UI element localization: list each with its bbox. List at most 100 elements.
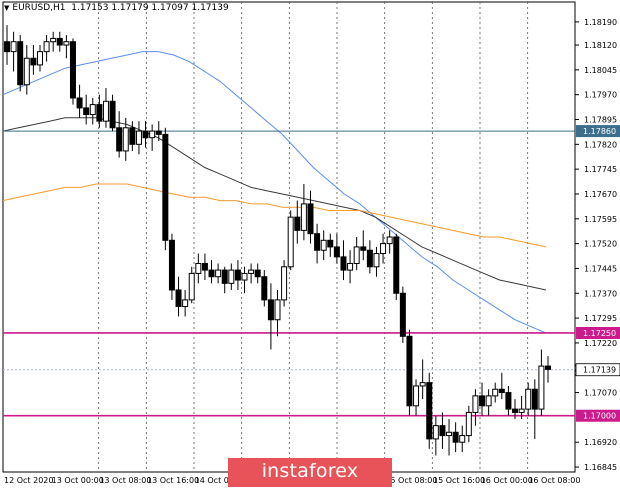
candle-body	[17, 41, 24, 86]
candle-body	[76, 97, 83, 109]
candle-body	[373, 253, 380, 268]
candle-body	[386, 236, 393, 245]
candle-body	[254, 269, 261, 278]
candle-body	[142, 130, 149, 139]
candle-body	[195, 262, 202, 274]
candle-body	[479, 395, 486, 407]
candle-body	[188, 272, 195, 301]
candle-body	[234, 269, 241, 281]
candle-body	[162, 133, 169, 241]
candle-body	[63, 41, 70, 46]
candle-body	[393, 236, 400, 294]
candle-body	[50, 37, 57, 43]
candle-body	[30, 57, 37, 66]
candle-body	[353, 246, 360, 264]
candle-body	[426, 382, 433, 440]
y-axis-label: 1.18045	[584, 66, 617, 75]
y-axis-label: 1.17895	[584, 116, 617, 125]
candle-body	[287, 216, 294, 268]
candle-body	[281, 266, 288, 301]
x-axis-label: 16 Oct 08:00	[528, 476, 580, 485]
candle-body	[96, 104, 103, 122]
candle-body	[149, 130, 156, 139]
candle-body	[531, 388, 538, 410]
current-price-label: 1.17139	[583, 366, 616, 375]
level-label: 1.17860	[583, 127, 616, 136]
candle-body	[248, 269, 255, 274]
candle-body	[492, 388, 499, 397]
candle-body	[168, 239, 175, 291]
candle-body	[215, 269, 222, 278]
candle-body	[300, 203, 307, 231]
x-axis-label: 12 Oct 2020	[4, 476, 53, 485]
candle-body	[89, 104, 96, 116]
candle-body	[465, 411, 472, 437]
candle-body	[333, 246, 340, 258]
candle-body	[10, 41, 17, 53]
candle-body	[267, 299, 274, 321]
dropdown-triangle-icon: ▼	[4, 4, 10, 12]
candle-body	[129, 127, 136, 145]
price-chart[interactable]: 12 Oct 2020 13 Oct 00:00 13 Oct 08:00 13 Oc…	[0, 0, 620, 487]
candle-body	[399, 292, 406, 337]
x-axis-label: 16 Oct 00:00	[481, 476, 533, 485]
candle-body	[69, 41, 76, 99]
candle-body	[538, 365, 545, 410]
candle-body	[327, 239, 334, 248]
candle-body	[446, 431, 453, 437]
candle-body	[314, 233, 321, 251]
symbol-timeframe: EURUSD,H1	[12, 3, 66, 13]
candle-body	[518, 408, 525, 413]
x-axis-label: 13 Oct 08:00	[99, 476, 151, 485]
candle-body	[413, 385, 420, 407]
candle-body	[83, 107, 90, 116]
x-axis-label: 15 Oct 16:00	[433, 476, 485, 485]
candle-body	[155, 130, 162, 135]
level-label: 1.17250	[583, 329, 616, 338]
candle-body	[320, 239, 327, 251]
candle-body	[23, 57, 30, 86]
y-axis-label: 1.16920	[584, 438, 617, 447]
candle-body	[116, 127, 123, 152]
candle-body	[109, 100, 116, 129]
candle-body	[347, 262, 354, 271]
candle-body	[43, 41, 50, 53]
candle-body	[452, 431, 459, 443]
candle-body	[36, 51, 43, 66]
candle-body	[406, 335, 413, 407]
y-axis-label: 1.17070	[584, 389, 617, 398]
candle-body	[459, 435, 466, 443]
y-axis-label: 1.16845	[584, 463, 617, 472]
y-axis-label: 1.17370	[584, 289, 617, 298]
candle-body	[525, 388, 532, 410]
candle-body	[472, 395, 479, 413]
candle-body	[56, 37, 63, 46]
y-axis-label: 1.17295	[584, 314, 617, 323]
candle-body	[228, 269, 235, 284]
candle-body	[102, 100, 109, 122]
chart-canvas[interactable]: 12 Oct 202013 Oct 00:0013 Oct 08:0013 Oc…	[0, 0, 620, 487]
candle-body	[512, 408, 519, 413]
candle-body	[201, 262, 208, 271]
candle-body	[135, 130, 142, 145]
candle-body	[221, 269, 228, 284]
ohlc-values: 1.17153 1.17179 1.17097 1.17139	[71, 3, 229, 13]
candle-body	[545, 365, 551, 370]
candle-body	[340, 256, 347, 271]
candle-body	[294, 216, 301, 231]
x-axis-label: 13 Oct 00:00	[52, 476, 104, 485]
candle-body	[366, 249, 373, 268]
candle-body	[505, 392, 512, 410]
y-axis-label: 1.17670	[584, 190, 617, 199]
y-axis-label: 1.17745	[584, 165, 617, 174]
candle-body	[274, 299, 281, 321]
y-axis-label: 1.17820	[584, 140, 617, 149]
candle-body	[261, 276, 268, 301]
chart-header: ▼ EURUSD,H1 1.17153 1.17179 1.17097 1.171…	[4, 3, 229, 13]
candle-body	[182, 299, 189, 308]
y-axis-label: 1.18120	[584, 41, 617, 50]
candle-body	[175, 289, 182, 308]
candle-body	[485, 395, 492, 407]
candle-body	[4, 41, 10, 53]
y-axis-label: 1.18190	[584, 18, 617, 27]
